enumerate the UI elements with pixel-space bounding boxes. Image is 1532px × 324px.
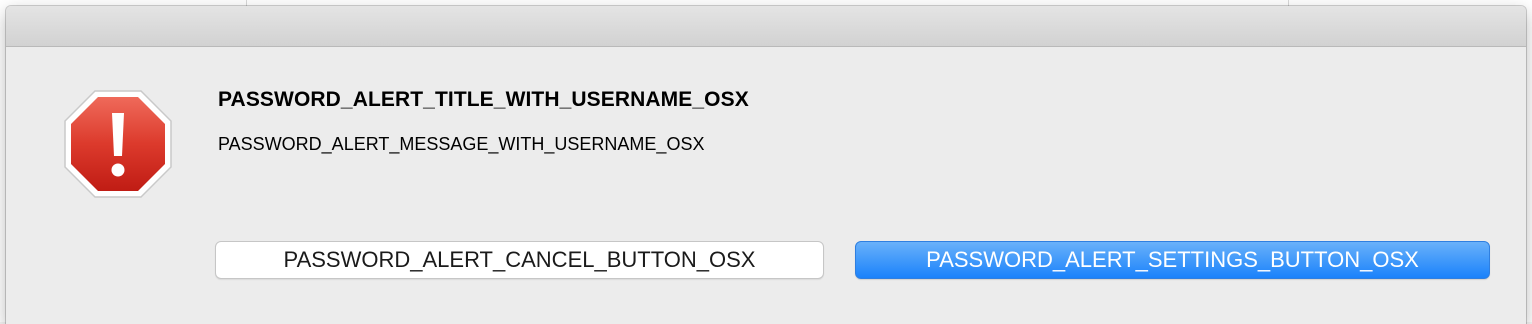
- window-titlebar: [6, 6, 1526, 47]
- exclamation-bar: [112, 113, 124, 156]
- warning-octagon-icon: [64, 90, 172, 198]
- cancel-button[interactable]: PASSWORD_ALERT_CANCEL_BUTTON_OSX: [215, 241, 824, 279]
- settings-button[interactable]: PASSWORD_ALERT_SETTINGS_BUTTON_OSX: [855, 241, 1490, 279]
- alert-title: PASSWORD_ALERT_TITLE_WITH_USERNAME_OSX: [218, 88, 749, 111]
- password-alert-sheet: PASSWORD_ALERT_TITLE_WITH_USERNAME_OSX P…: [6, 6, 1526, 324]
- alert-message: PASSWORD_ALERT_MESSAGE_WITH_USERNAME_OSX: [218, 134, 705, 154]
- exclamation-dot: [111, 163, 125, 177]
